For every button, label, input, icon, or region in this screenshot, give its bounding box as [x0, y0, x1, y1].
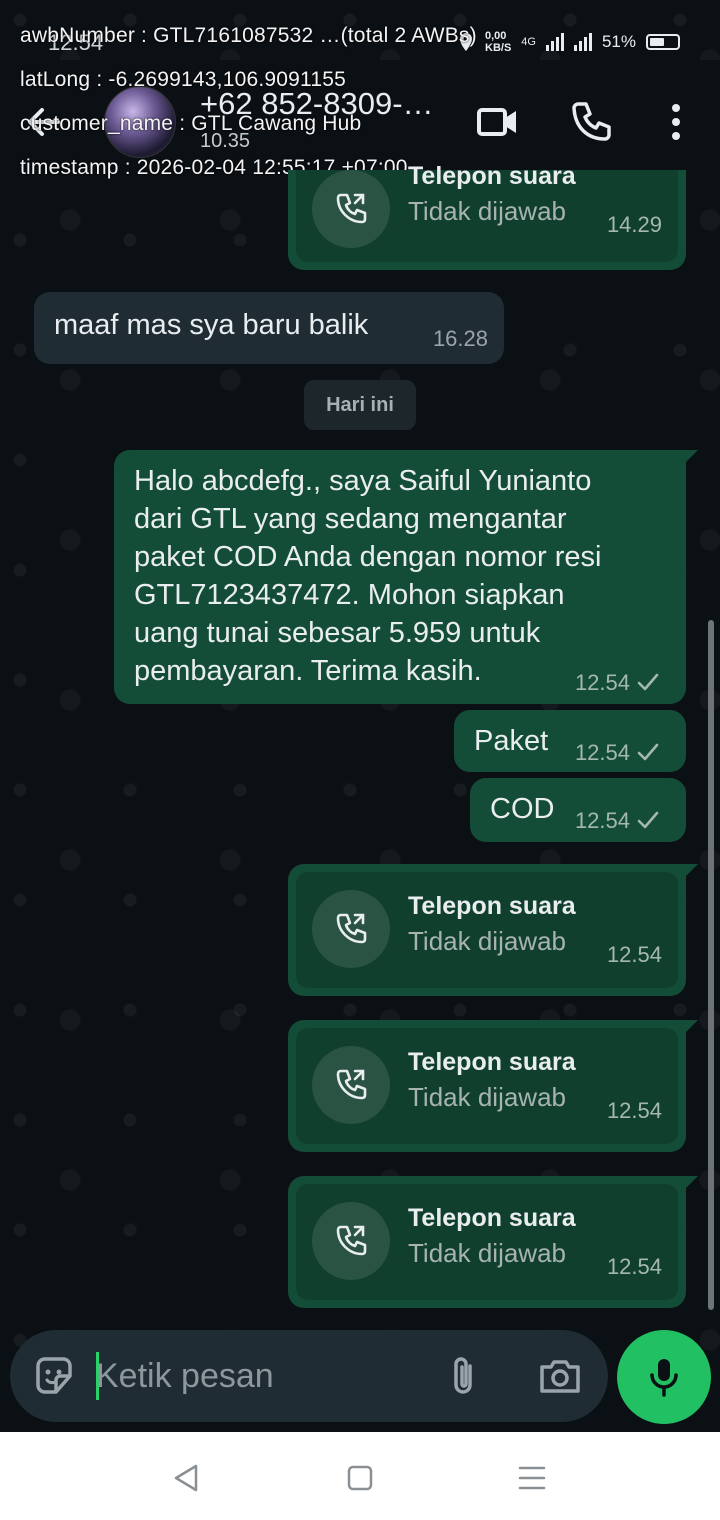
call-title: Telepon suara — [408, 892, 576, 920]
call-icon-bg — [312, 170, 390, 248]
camera-icon[interactable] — [536, 1352, 584, 1400]
signal-icon-2 — [573, 33, 592, 51]
call-icon-bg — [312, 890, 390, 968]
net-speed: 0,00 KB/S — [485, 30, 512, 54]
status-icons: 0,00 KB/S 4G 51% — [457, 30, 680, 54]
message-text: maaf mas sya baru balik — [54, 309, 369, 341]
call-status: Tidak dijawab — [408, 1082, 567, 1112]
voice-call-icon[interactable] — [568, 98, 616, 146]
call-bubble[interactable]: Telepon suara Tidak dijawab 14.29 — [288, 162, 686, 270]
nav-back-icon[interactable] — [166, 1458, 206, 1498]
message-composer — [10, 1330, 608, 1422]
voice-record-button[interactable] — [617, 1330, 711, 1424]
missed-call-icon — [336, 913, 367, 944]
message-text: Halo abcdefg., saya Saiful Yunianto dari… — [134, 465, 602, 687]
outgoing-message[interactable]: COD 12.54 — [470, 778, 686, 842]
call-status: Tidak dijawab — [408, 196, 567, 226]
call-bubble[interactable]: Telepon suara Tidak dijawab 12.54 — [288, 864, 698, 996]
sent-check-icon — [637, 811, 659, 829]
sent-check-icon — [637, 743, 659, 761]
battery-percent: 51% — [601, 32, 636, 51]
message-text: Paket — [474, 725, 549, 757]
incoming-message[interactable]: maaf mas sya baru balik 16.28 — [34, 292, 504, 364]
message-time: 12.54 — [606, 1098, 662, 1123]
message-list[interactable]: Telepon suara Tidak dijawab 14.29 maaf m… — [0, 162, 720, 1320]
awb-overlay: awbNumber : GTL7161087532 …(total 2 AWBs… — [20, 24, 477, 47]
message-text: COD — [490, 793, 555, 825]
call-icon-bg — [312, 1202, 390, 1280]
call-title: Telepon suara — [408, 1204, 576, 1232]
latlong-overlay: latLong : -6.2699143,106.9091155 — [20, 68, 346, 91]
outgoing-message[interactable]: Paket 12.54 — [454, 710, 686, 772]
sent-check-icon — [637, 673, 659, 691]
system-navigation-bar — [0, 1432, 720, 1520]
message-input[interactable] — [96, 1348, 436, 1404]
call-status: Tidak dijawab — [408, 926, 567, 956]
message-time-wrap: 12.54 — [575, 808, 660, 834]
missed-call-icon — [336, 193, 367, 224]
battery-icon — [646, 34, 680, 50]
customer-overlay: customer_name : GTL Cawang Hub — [20, 112, 362, 135]
video-call-icon[interactable] — [474, 98, 522, 146]
scrollbar[interactable] — [708, 620, 714, 1310]
nav-recents-icon[interactable] — [512, 1458, 552, 1498]
call-status: Tidak dijawab — [408, 1238, 567, 1268]
attach-icon[interactable] — [440, 1352, 488, 1400]
missed-call-icon — [336, 1225, 367, 1256]
call-icon-bg — [312, 1046, 390, 1124]
nav-home-icon[interactable] — [340, 1458, 380, 1498]
date-chip: Hari ini — [304, 380, 416, 430]
message-time: 14.29 — [606, 212, 662, 237]
message-time: 12.54 — [606, 1254, 662, 1279]
message-time: 12.54 — [606, 942, 662, 967]
call-bubble[interactable]: Telepon suara Tidak dijawab 12.54 — [288, 1020, 698, 1152]
missed-call-icon — [336, 1069, 367, 1100]
message-time-wrap: 12.54 — [575, 740, 660, 766]
call-bubble[interactable]: Telepon suara Tidak dijawab 12.54 — [288, 1176, 698, 1308]
message-time-wrap: 12.54 — [575, 670, 660, 696]
outgoing-message[interactable]: Halo abcdefg., saya Saiful Yunianto dari… — [114, 450, 698, 704]
call-title: Telepon suara — [408, 162, 576, 190]
microphone-icon — [650, 1359, 678, 1397]
sticker-icon[interactable] — [30, 1352, 78, 1400]
signal-icon — [545, 33, 564, 51]
network-type: 4G — [521, 36, 536, 48]
call-title: Telepon suara — [408, 1048, 576, 1076]
more-options-icon[interactable] — [652, 98, 700, 146]
message-time: 16.28 — [432, 326, 488, 351]
